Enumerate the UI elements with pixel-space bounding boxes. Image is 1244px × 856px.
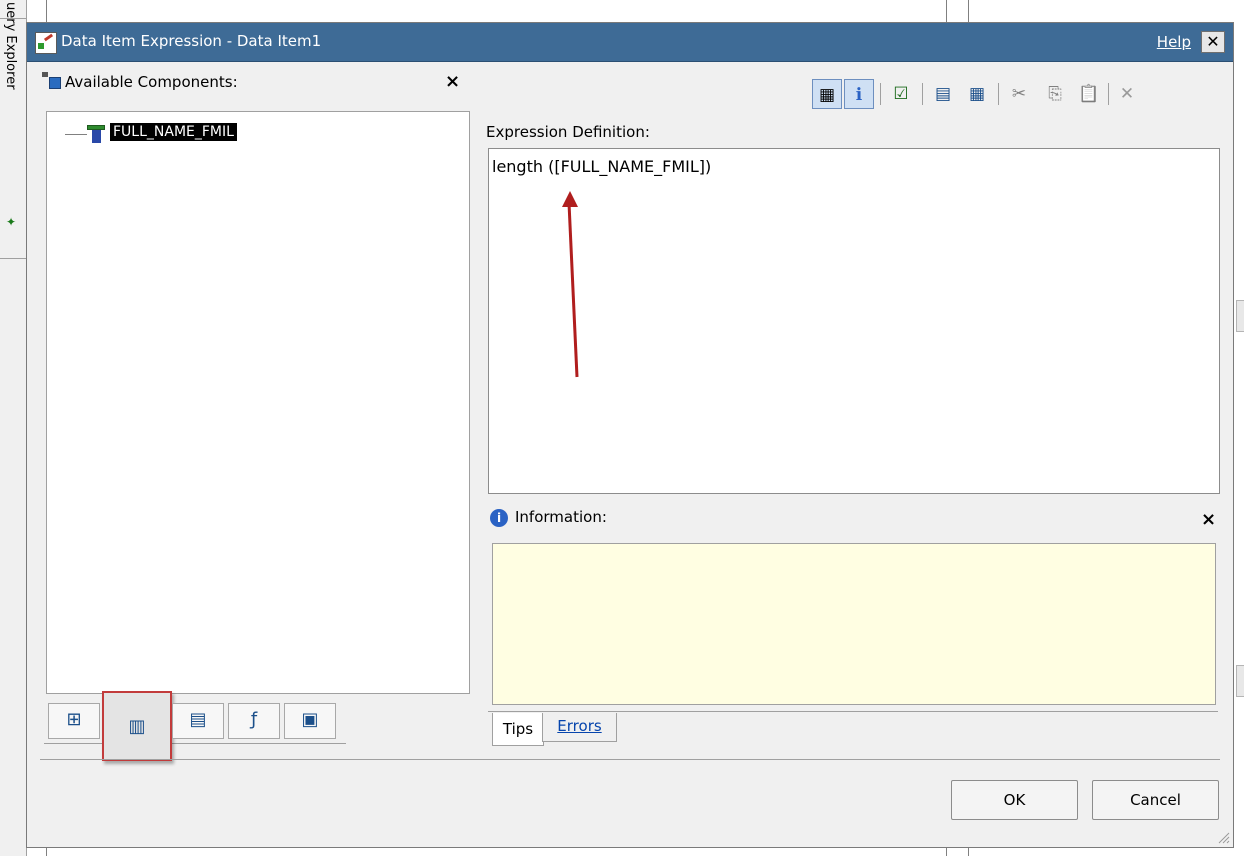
- info-button[interactable]: ℹ: [844, 79, 874, 109]
- insertable-objects-icon[interactable]: ✦: [6, 215, 20, 229]
- query-explorer-label[interactable]: uery Explorer: [3, 2, 18, 90]
- tree-item-full-name-fmil[interactable]: FULL_NAME_FMIL: [110, 123, 237, 141]
- toolbar-separator: [922, 83, 923, 105]
- insert-alt-icon: ▦: [968, 84, 986, 104]
- information-box: [492, 543, 1216, 705]
- available-components-label: Available Components:: [65, 73, 238, 91]
- paste-icon: 📋: [1078, 84, 1100, 104]
- query-items-tab[interactable]: ▤: [172, 703, 224, 739]
- parameters-tab[interactable]: ▣: [284, 703, 336, 739]
- toolbar-separator: [1108, 83, 1109, 105]
- insert-button[interactable]: ▤: [928, 79, 958, 109]
- cancel-button[interactable]: Cancel: [1092, 780, 1219, 820]
- cut-button[interactable]: ✂: [1004, 79, 1034, 109]
- functions-tab[interactable]: ƒ: [228, 703, 280, 739]
- checkmark-icon: ☑: [893, 84, 909, 104]
- column-icon: [87, 125, 105, 143]
- close-components-button[interactable]: ×: [445, 73, 460, 91]
- tree-connector: [65, 134, 87, 135]
- query-icon: ▤: [189, 709, 207, 730]
- toolbar-separator: [998, 83, 999, 105]
- function-icon: ƒ: [250, 709, 258, 730]
- show-tree-button[interactable]: ▦: [812, 79, 842, 109]
- expression-editor[interactable]: [488, 148, 1220, 494]
- delete-icon: ✕: [1119, 84, 1135, 104]
- button-area-divider: [40, 759, 1220, 760]
- close-information-button[interactable]: ×: [1201, 511, 1216, 529]
- background-panel-edge: [1236, 300, 1244, 332]
- ok-button[interactable]: OK: [951, 780, 1078, 820]
- parameters-icon: ▣: [301, 709, 319, 730]
- background-gridline: [946, 0, 947, 22]
- components-tree: FULL_NAME_FMIL: [46, 111, 470, 694]
- info-icon: ℹ: [855, 85, 863, 105]
- copy-icon: ⎘: [1048, 84, 1062, 104]
- insert-icon: ▤: [934, 84, 952, 104]
- side-panel-divider: [0, 258, 26, 259]
- scissors-icon: ✂: [1011, 84, 1027, 104]
- model-icon: ⊞: [66, 709, 82, 730]
- tree-icon: [42, 72, 61, 89]
- column-icon: ▥: [128, 716, 146, 737]
- dialog-titlebar[interactable]: Data Item Expression - Data Item1 Help ✕: [27, 23, 1233, 62]
- delete-button[interactable]: ✕: [1112, 79, 1142, 109]
- errors-tab[interactable]: Errors: [542, 713, 617, 742]
- background-gridline: [46, 0, 47, 22]
- annotation-arrow: [562, 191, 579, 378]
- tips-tab[interactable]: Tips: [492, 713, 544, 746]
- expression-definition-label: Expression Definition:: [486, 123, 650, 141]
- data-items-tab[interactable]: ▥: [102, 691, 172, 761]
- background-panel-edge: [1236, 665, 1244, 697]
- expression-text[interactable]: length ([FULL_NAME_FMIL]): [492, 157, 711, 176]
- dialog-title: Data Item Expression - Data Item1: [61, 32, 322, 50]
- validate-button[interactable]: ☑: [886, 79, 916, 109]
- info-icon: i: [490, 509, 508, 527]
- model-tab[interactable]: ⊞: [48, 703, 100, 739]
- components-tabstrip: ⊞ ▥ ▤ ƒ ▣: [44, 691, 346, 761]
- copy-button[interactable]: ⎘: [1040, 79, 1070, 109]
- insert-alt-button[interactable]: ▦: [962, 79, 992, 109]
- data-item-expression-dialog: Data Item Expression - Data Item1 Help ✕…: [26, 22, 1234, 848]
- help-link[interactable]: Help: [1157, 33, 1191, 51]
- explorer-side-panel: uery Explorer ✦: [0, 0, 27, 856]
- background-gridline: [968, 0, 969, 22]
- paste-button[interactable]: 📋: [1074, 79, 1104, 109]
- resize-grip-icon[interactable]: [1216, 830, 1230, 844]
- information-tabs-divider: [488, 711, 1218, 712]
- side-panel-divider: [0, 18, 26, 19]
- expression-editor-icon: [35, 32, 57, 54]
- close-dialog-button[interactable]: ✕: [1201, 31, 1225, 53]
- information-label: Information:: [515, 508, 607, 526]
- toolbar-separator: [880, 83, 881, 105]
- tree-icon: ▦: [818, 85, 836, 105]
